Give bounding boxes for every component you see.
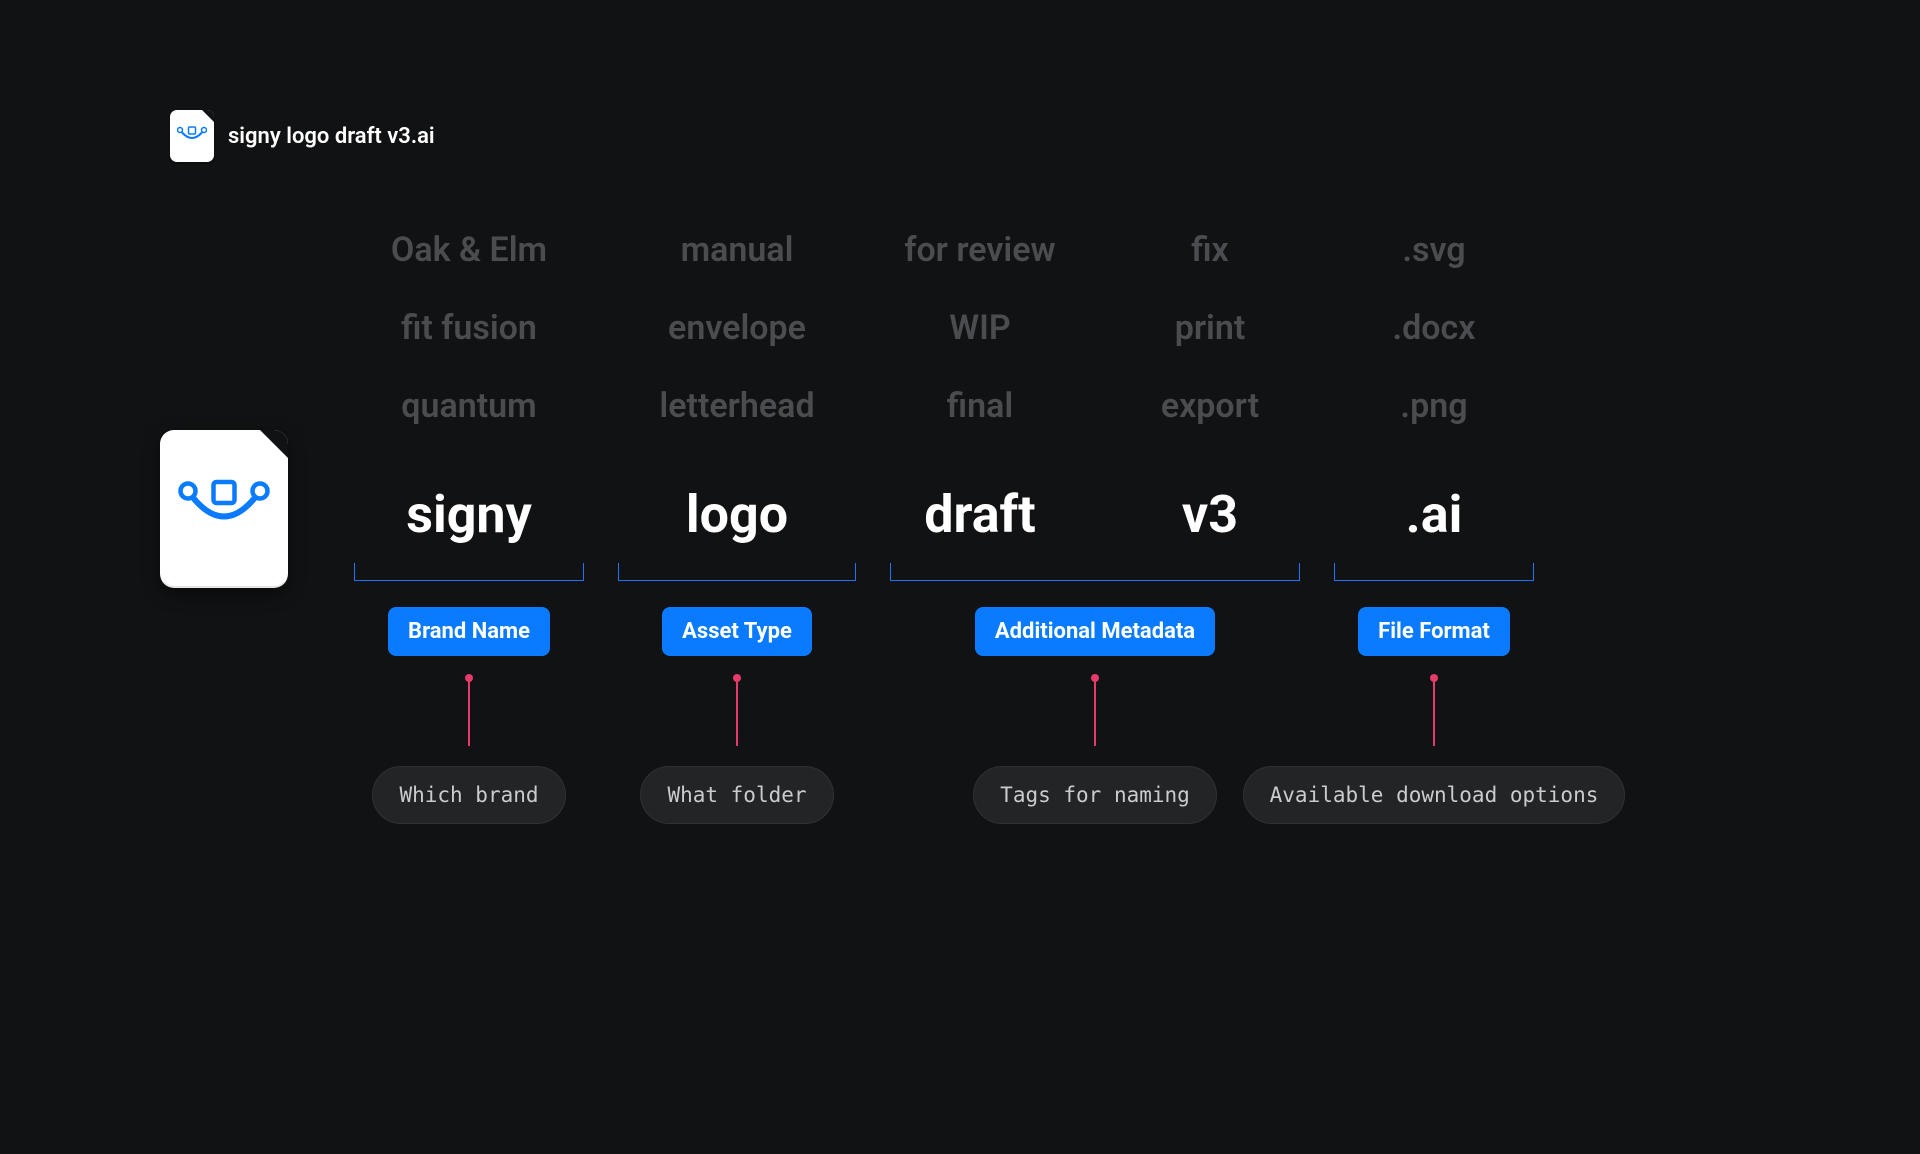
meta-left-current: draft (924, 484, 1036, 545)
vector-pen-icon (178, 479, 270, 539)
asset-alts: manual envelope letterhead (659, 230, 814, 440)
alt-value: fix (1191, 230, 1229, 270)
file-name-label: signy logo draft v3.ai (228, 124, 435, 149)
connector-line (468, 678, 470, 746)
alt-value: .png (1400, 386, 1467, 426)
asset-explain: What folder (640, 766, 833, 824)
format-current: .ai (1406, 484, 1463, 545)
bracket (618, 563, 856, 581)
asset-badge: Asset Type (662, 607, 812, 656)
bracket (354, 563, 584, 581)
format-badge: File Format (1358, 607, 1510, 656)
asset-current: logo (686, 484, 788, 545)
bracket (890, 563, 1300, 581)
alt-value: .svg (1402, 230, 1465, 270)
brand-explain: Which brand (372, 766, 565, 824)
col-asset: manual envelope letterhead logo Asset Ty… (618, 230, 856, 824)
meta-sub-left: for review WIP final draft (890, 230, 1070, 545)
alt-value: for review (904, 230, 1055, 270)
brand-current: signy (406, 484, 532, 545)
alt-value: final (947, 386, 1013, 426)
alt-value: print (1175, 308, 1246, 348)
format-alts: .svg .docx .png (1393, 230, 1476, 440)
meta-left-alts: for review WIP final (904, 230, 1055, 440)
col-format: .svg .docx .png .ai File Format Availabl… (1334, 230, 1534, 824)
alt-value: letterhead (659, 386, 814, 426)
bracket (1334, 563, 1534, 581)
metadata-inner: for review WIP final draft fix print exp… (890, 230, 1300, 545)
alt-value: manual (681, 230, 794, 270)
meta-right-alts: fix print export (1161, 230, 1259, 440)
file-icon-small (170, 110, 214, 162)
connector-line (736, 678, 738, 746)
alt-value: WIP (949, 308, 1010, 348)
brand-badge: Brand Name (388, 607, 550, 656)
connector-line (1094, 678, 1096, 746)
alt-value: envelope (668, 308, 806, 348)
alt-value: quantum (401, 386, 536, 426)
alt-value: .docx (1393, 308, 1476, 348)
meta-explain: Tags for naming (973, 766, 1217, 824)
meta-badge: Additional Metadata (975, 607, 1215, 656)
col-brand: Oak & Elm fit fusion quantum signy Brand… (354, 230, 584, 824)
diagram-stage: signy logo draft v3.ai Oak & Elm fit fus… (0, 0, 1920, 1154)
columns: Oak & Elm fit fusion quantum signy Brand… (354, 230, 1750, 824)
connector-line (1433, 678, 1435, 746)
vector-pen-icon (177, 126, 207, 146)
file-icon-large (160, 430, 288, 588)
file-chip: signy logo draft v3.ai (170, 110, 435, 162)
alt-value: fit fusion (401, 308, 537, 348)
brand-alts: Oak & Elm fit fusion quantum (391, 230, 547, 440)
alt-value: export (1161, 386, 1259, 426)
format-explain: Available download options (1243, 766, 1626, 824)
col-metadata: for review WIP final draft fix print exp… (890, 230, 1300, 824)
alt-value: Oak & Elm (391, 230, 547, 270)
meta-right-current: v3 (1182, 484, 1238, 545)
meta-sub-right: fix print export v3 (1120, 230, 1300, 545)
